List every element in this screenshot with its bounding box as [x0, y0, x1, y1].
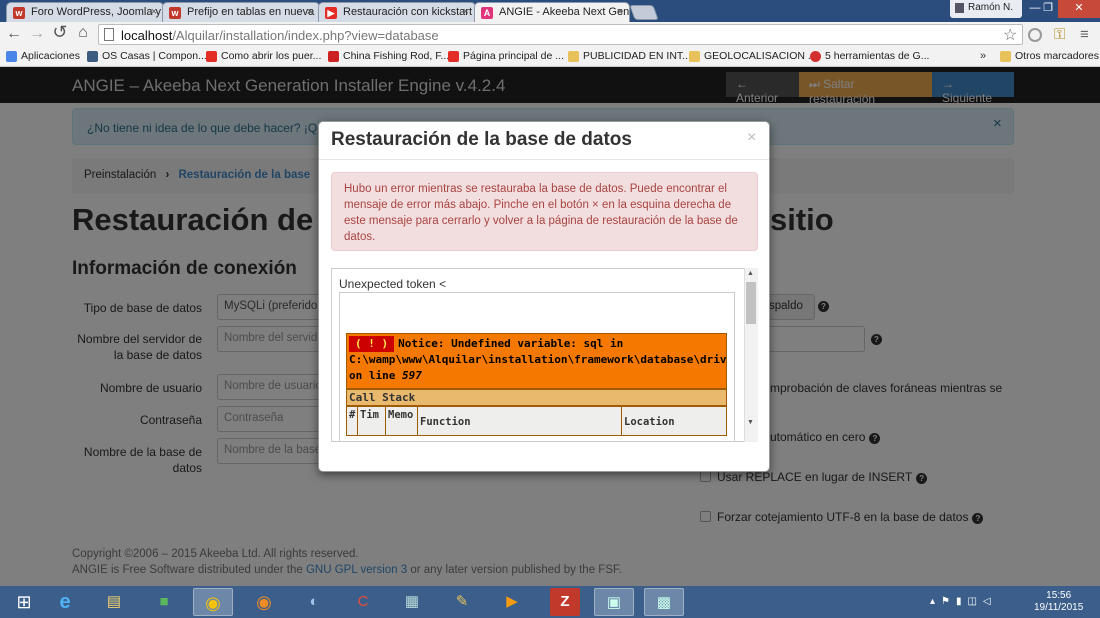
- php-notice: ( ! ) Notice: Undefined variable: sql in …: [346, 333, 727, 389]
- record-icon: [810, 51, 821, 62]
- modal-close-icon[interactable]: ×: [747, 129, 756, 147]
- bookmark-label: Página principal de ...: [463, 50, 564, 62]
- clock-date: 19/11/2015: [1034, 602, 1084, 613]
- bookmark-china-fishing[interactable]: China Fishing Rod, F...: [328, 50, 449, 62]
- col-time: Tim: [357, 406, 386, 436]
- url-path: /Alquilar/installation/index.php?view=da…: [172, 28, 439, 43]
- clock-time: 15:56: [1046, 590, 1072, 601]
- scrollbar-thumb[interactable]: [746, 282, 756, 324]
- extension-icon[interactable]: [1028, 28, 1042, 42]
- back-icon[interactable]: ←: [5, 25, 23, 43]
- profile-name: Ramón N.: [968, 2, 1014, 13]
- folder-icon: [568, 51, 579, 62]
- tab-title: Prefijo en tablas en nueva: [187, 6, 315, 18]
- tab-title: Restauración con kickstart: [343, 6, 472, 18]
- tab-close-icon[interactable]: ×: [307, 6, 313, 18]
- network-icon[interactable]: ▩: [644, 588, 684, 616]
- store-icon[interactable]: ■: [144, 588, 184, 616]
- error-output-text: Unexpected token <: [339, 277, 447, 291]
- firefox-icon[interactable]: ◉: [244, 588, 284, 616]
- folder-icon: [1000, 51, 1011, 62]
- home-icon[interactable]: ⌂: [74, 24, 92, 42]
- scroll-down-icon[interactable]: ▼: [747, 419, 754, 426]
- explorer-icon[interactable]: ▤: [94, 588, 134, 616]
- grid-icon: [87, 51, 98, 62]
- brand-icon: [328, 51, 339, 62]
- modal-title: Restauración de la base de datos: [331, 129, 632, 150]
- youtube-icon: ▶: [325, 7, 337, 19]
- filezilla-icon[interactable]: Z: [550, 588, 580, 616]
- star-icon[interactable]: ☆: [1003, 25, 1017, 45]
- profile-button[interactable]: Ramón N.: [950, 0, 1022, 18]
- call-stack-header: Call Stack: [346, 389, 727, 406]
- reload-icon[interactable]: ↻: [51, 22, 69, 43]
- new-tab-button[interactable]: [629, 5, 659, 20]
- bookmark-label: GEOLOCALISACION ...: [704, 50, 817, 62]
- youtube-icon: [206, 51, 217, 62]
- bookmark-pagina-principal[interactable]: Página principal de ...: [448, 50, 564, 62]
- extension-key-icon[interactable]: ⚿: [1054, 26, 1065, 43]
- windows-start-icon[interactable]: ⊞: [4, 588, 44, 616]
- tab-title: ANGIE - Akeeba Next Gen: [499, 6, 630, 18]
- tab-restauracion-kickstart[interactable]: ▶ Restauración con kickstart ×: [318, 2, 476, 22]
- notice-line: 597: [401, 369, 422, 382]
- tab-title: Foro WordPress, Joomla y: [31, 6, 162, 18]
- error-alert: Hubo un error mientras se restauraba la …: [331, 172, 758, 251]
- tab-angie[interactable]: A ANGIE - Akeeba Next Gen ×: [474, 2, 630, 22]
- tab-close-icon[interactable]: ×: [617, 6, 623, 18]
- system-tray[interactable]: ▴⚑▮◫◁: [930, 596, 997, 607]
- bookmark-os-casas[interactable]: OS Casas | Compon...: [87, 50, 207, 62]
- user-icon: [955, 3, 964, 13]
- tab-close-icon[interactable]: ×: [463, 6, 469, 18]
- calculator-icon[interactable]: ▦: [392, 588, 432, 616]
- col-function: Function: [417, 406, 622, 436]
- menu-icon[interactable]: ≡: [1080, 26, 1089, 43]
- page-icon: [104, 28, 114, 41]
- wamp-icon[interactable]: ▣: [594, 588, 634, 616]
- bookmark-label: OS Casas | Compon...: [102, 50, 207, 62]
- bookmark-geolocalisacion[interactable]: GEOLOCALISACION ...: [689, 50, 817, 62]
- bookmark-label: China Fishing Rod, F...: [343, 50, 450, 62]
- bookmark-herramientas[interactable]: 5 herramientas de G...: [810, 50, 929, 62]
- paint-icon[interactable]: ✎: [442, 588, 482, 616]
- ccleaner-icon[interactable]: C: [343, 588, 383, 616]
- tab-prefijo-tablas[interactable]: w Prefijo en tablas en nueva ×: [162, 2, 320, 22]
- ie-icon[interactable]: e: [45, 588, 85, 616]
- system-clock[interactable]: 15:56 19/11/2015: [1034, 590, 1083, 614]
- media-icon[interactable]: ▶: [492, 588, 532, 616]
- url-host: localhost: [121, 28, 173, 43]
- chrome-icon[interactable]: ◉: [193, 588, 233, 616]
- bookmark-aplicaciones[interactable]: Aplicaciones: [6, 50, 80, 62]
- address-bar[interactable]: localhost/Alquilar/installation/index.ph…: [98, 24, 1023, 45]
- restore-button[interactable]: ❐: [1038, 0, 1058, 18]
- bookmark-otros-marcadores[interactable]: Otros marcadores: [1000, 50, 1099, 62]
- tab-close-icon[interactable]: ×: [151, 6, 157, 18]
- bookmark-label: PUBLICIDAD EN INT...: [583, 50, 691, 62]
- earth-icon[interactable]: ◐: [294, 588, 334, 616]
- bookmarks-more-button[interactable]: »: [980, 50, 986, 62]
- col-memory: Memo: [385, 406, 418, 436]
- bookmark-label: Otros marcadores: [1015, 50, 1100, 62]
- scroll-up-icon[interactable]: ▲: [747, 270, 754, 277]
- bookmark-publicidad[interactable]: PUBLICIDAD EN INT...: [568, 50, 691, 62]
- wordpress-icon: w: [169, 7, 181, 19]
- bookmark-label: Aplicaciones: [21, 50, 80, 62]
- wordpress-icon: w: [13, 7, 25, 19]
- angie-icon: A: [481, 7, 493, 19]
- col-location: Location: [621, 406, 727, 436]
- bookmark-label: 5 herramientas de G...: [825, 50, 930, 62]
- forward-icon[interactable]: →: [28, 25, 46, 43]
- window-close-button[interactable]: ✕: [1058, 0, 1100, 18]
- tab-foro-wordpress[interactable]: w Foro WordPress, Joomla y ×: [6, 2, 164, 22]
- apps-icon: [6, 51, 17, 62]
- warning-icon: ( ! ): [349, 336, 395, 352]
- folder-icon: [689, 51, 700, 62]
- modal-divider: [319, 159, 769, 160]
- youtube-icon: [448, 51, 459, 62]
- bookmark-abrir-puertos[interactable]: Como abrir los puer...: [206, 50, 321, 62]
- bookmark-label: Como abrir los puer...: [221, 50, 322, 62]
